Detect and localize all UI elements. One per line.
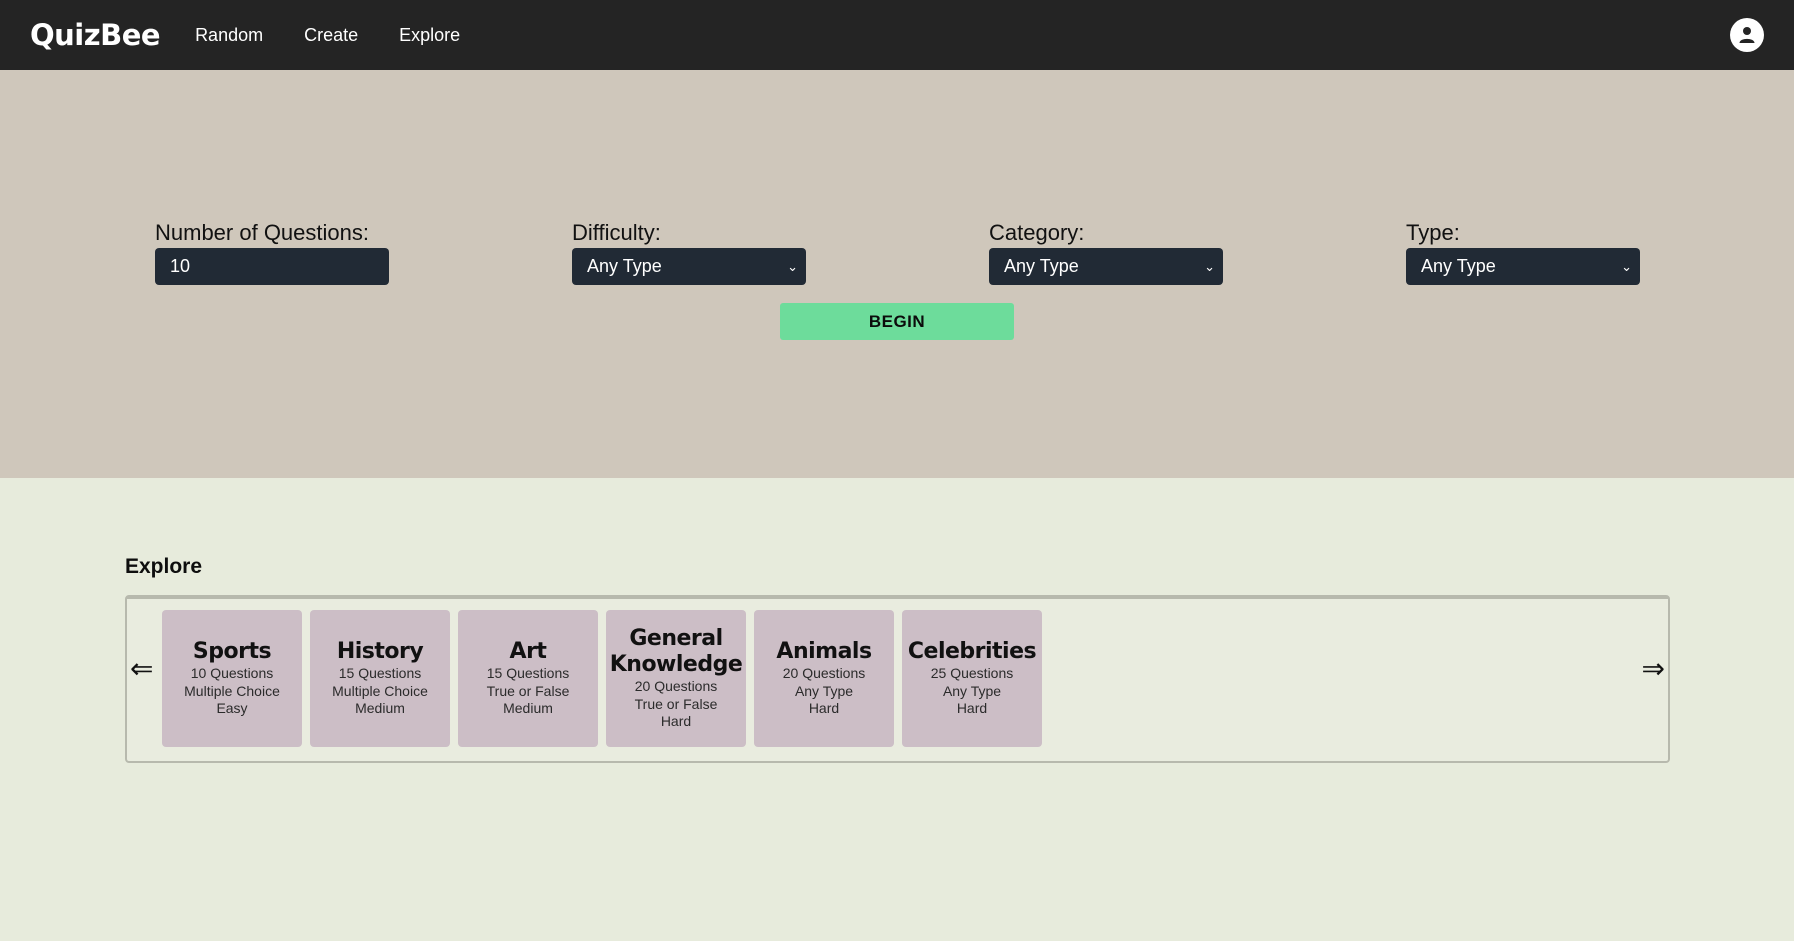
- quiz-card-celebrities[interactable]: Celebrities 25 Questions Any Type Hard: [902, 610, 1042, 747]
- card-title: Celebrities: [907, 638, 1037, 664]
- type-value: Any Type: [1421, 256, 1496, 276]
- card-type: Any Type: [942, 682, 1002, 699]
- card-type: True or False: [634, 695, 718, 712]
- user-icon[interactable]: [1730, 18, 1764, 52]
- explore-heading: Explore: [125, 555, 203, 578]
- chevron-down-icon: ⌄: [1621, 258, 1632, 274]
- difficulty-value: Any Type: [587, 256, 662, 276]
- type-field: Type: Any Type ⌄: [1406, 220, 1640, 285]
- category-select[interactable]: Any Type ⌄: [989, 248, 1223, 285]
- card-question-count: 15 Questions: [338, 664, 422, 681]
- explore-carousel: ⇐ ⇒ Sports 10 Questions Multiple Choice …: [125, 595, 1670, 763]
- card-question-count: 25 Questions: [930, 664, 1014, 681]
- card-type: True or False: [486, 682, 570, 699]
- questions-label: Number of Questions:: [155, 220, 369, 245]
- difficulty-field: Difficulty: Any Type ⌄: [572, 220, 806, 285]
- card-difficulty: Hard: [956, 700, 988, 717]
- questions-value: 10: [170, 256, 191, 276]
- card-difficulty: Easy: [216, 700, 248, 717]
- quiz-card-list: Sports 10 Questions Multiple Choice Easy…: [162, 610, 1042, 747]
- type-label: Type:: [1406, 220, 1460, 245]
- quiz-card-history[interactable]: History 15 Questions Multiple Choice Med…: [310, 610, 450, 747]
- brand-logo[interactable]: QuizBee: [30, 18, 161, 52]
- type-select[interactable]: Any Type ⌄: [1406, 248, 1640, 285]
- arrow-left-icon[interactable]: ⇐: [130, 655, 153, 683]
- nav-link-random[interactable]: Random: [195, 25, 263, 46]
- card-title: Sports: [192, 638, 272, 664]
- arrow-right-icon[interactable]: ⇒: [1642, 655, 1665, 683]
- chevron-down-icon: ⌄: [1204, 258, 1215, 274]
- card-title: General Knowledge: [609, 625, 743, 677]
- begin-button[interactable]: BEGIN: [780, 303, 1014, 340]
- quiz-card-sports[interactable]: Sports 10 Questions Multiple Choice Easy: [162, 610, 302, 747]
- difficulty-select[interactable]: Any Type ⌄: [572, 248, 806, 285]
- questions-input[interactable]: 10: [155, 248, 389, 285]
- category-value: Any Type: [1004, 256, 1079, 276]
- nav-link-explore[interactable]: Explore: [399, 25, 460, 46]
- card-question-count: 20 Questions: [782, 664, 866, 681]
- nav-link-create[interactable]: Create: [304, 25, 358, 46]
- questions-field: Number of Questions: 10: [155, 220, 389, 285]
- quiz-card-general-knowledge[interactable]: General Knowledge 20 Questions True or F…: [606, 610, 746, 747]
- card-question-count: 15 Questions: [486, 664, 570, 681]
- card-title: Art: [509, 638, 547, 664]
- category-label: Category:: [989, 220, 1085, 245]
- card-question-count: 20 Questions: [634, 677, 718, 694]
- quiz-card-art[interactable]: Art 15 Questions True or False Medium: [458, 610, 598, 747]
- card-type: Multiple Choice: [184, 682, 280, 699]
- card-title: Animals: [776, 638, 872, 664]
- card-difficulty: Hard: [660, 713, 692, 730]
- card-question-count: 10 Questions: [190, 664, 274, 681]
- card-difficulty: Medium: [355, 700, 405, 717]
- quiz-card-animals[interactable]: Animals 20 Questions Any Type Hard: [754, 610, 894, 747]
- difficulty-label: Difficulty:: [572, 220, 661, 245]
- chevron-down-icon: ⌄: [787, 258, 798, 274]
- card-type: Any Type: [794, 682, 854, 699]
- card-title: History: [336, 638, 424, 664]
- card-difficulty: Medium: [503, 700, 553, 717]
- category-field: Category: Any Type ⌄: [989, 220, 1223, 285]
- card-difficulty: Hard: [808, 700, 840, 717]
- quiz-setup-section: Number of Questions: 10 Difficulty: Any …: [0, 70, 1794, 478]
- card-type: Multiple Choice: [332, 682, 428, 699]
- navbar: QuizBee Random Create Explore: [0, 0, 1794, 70]
